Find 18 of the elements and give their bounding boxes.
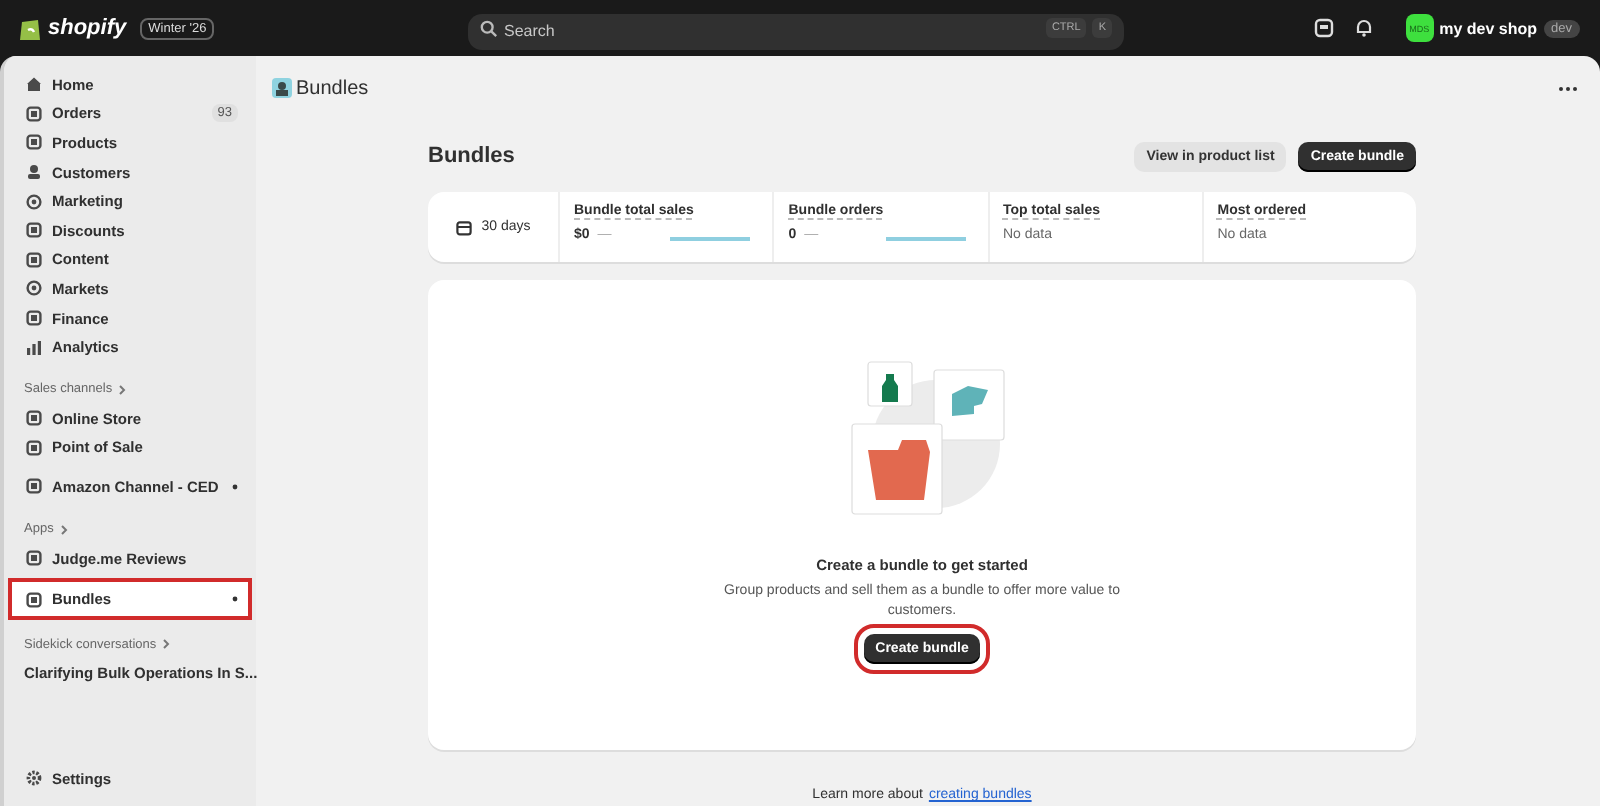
chevron-icon — [118, 383, 127, 396]
app-title: Bundles — [296, 77, 369, 99]
more-icon[interactable] — [1558, 85, 1578, 91]
calendar-icon — [455, 219, 472, 235]
bar-chart-icon — [26, 339, 42, 356]
bell-icon[interactable] — [1353, 18, 1374, 38]
chat-icon[interactable] — [1313, 18, 1334, 38]
store-name[interactable]: my dev shop — [1439, 19, 1538, 37]
chevron-icon — [59, 523, 68, 536]
sparkline — [885, 236, 965, 242]
brand-name: shopify — [48, 16, 127, 40]
person-icon — [26, 164, 42, 181]
page-title: Bundles — [428, 144, 515, 168]
target-icon — [26, 193, 42, 210]
chevron-icon — [162, 638, 171, 651]
home-icon — [26, 76, 42, 93]
sparkline — [670, 236, 751, 242]
search-icon — [480, 19, 498, 37]
